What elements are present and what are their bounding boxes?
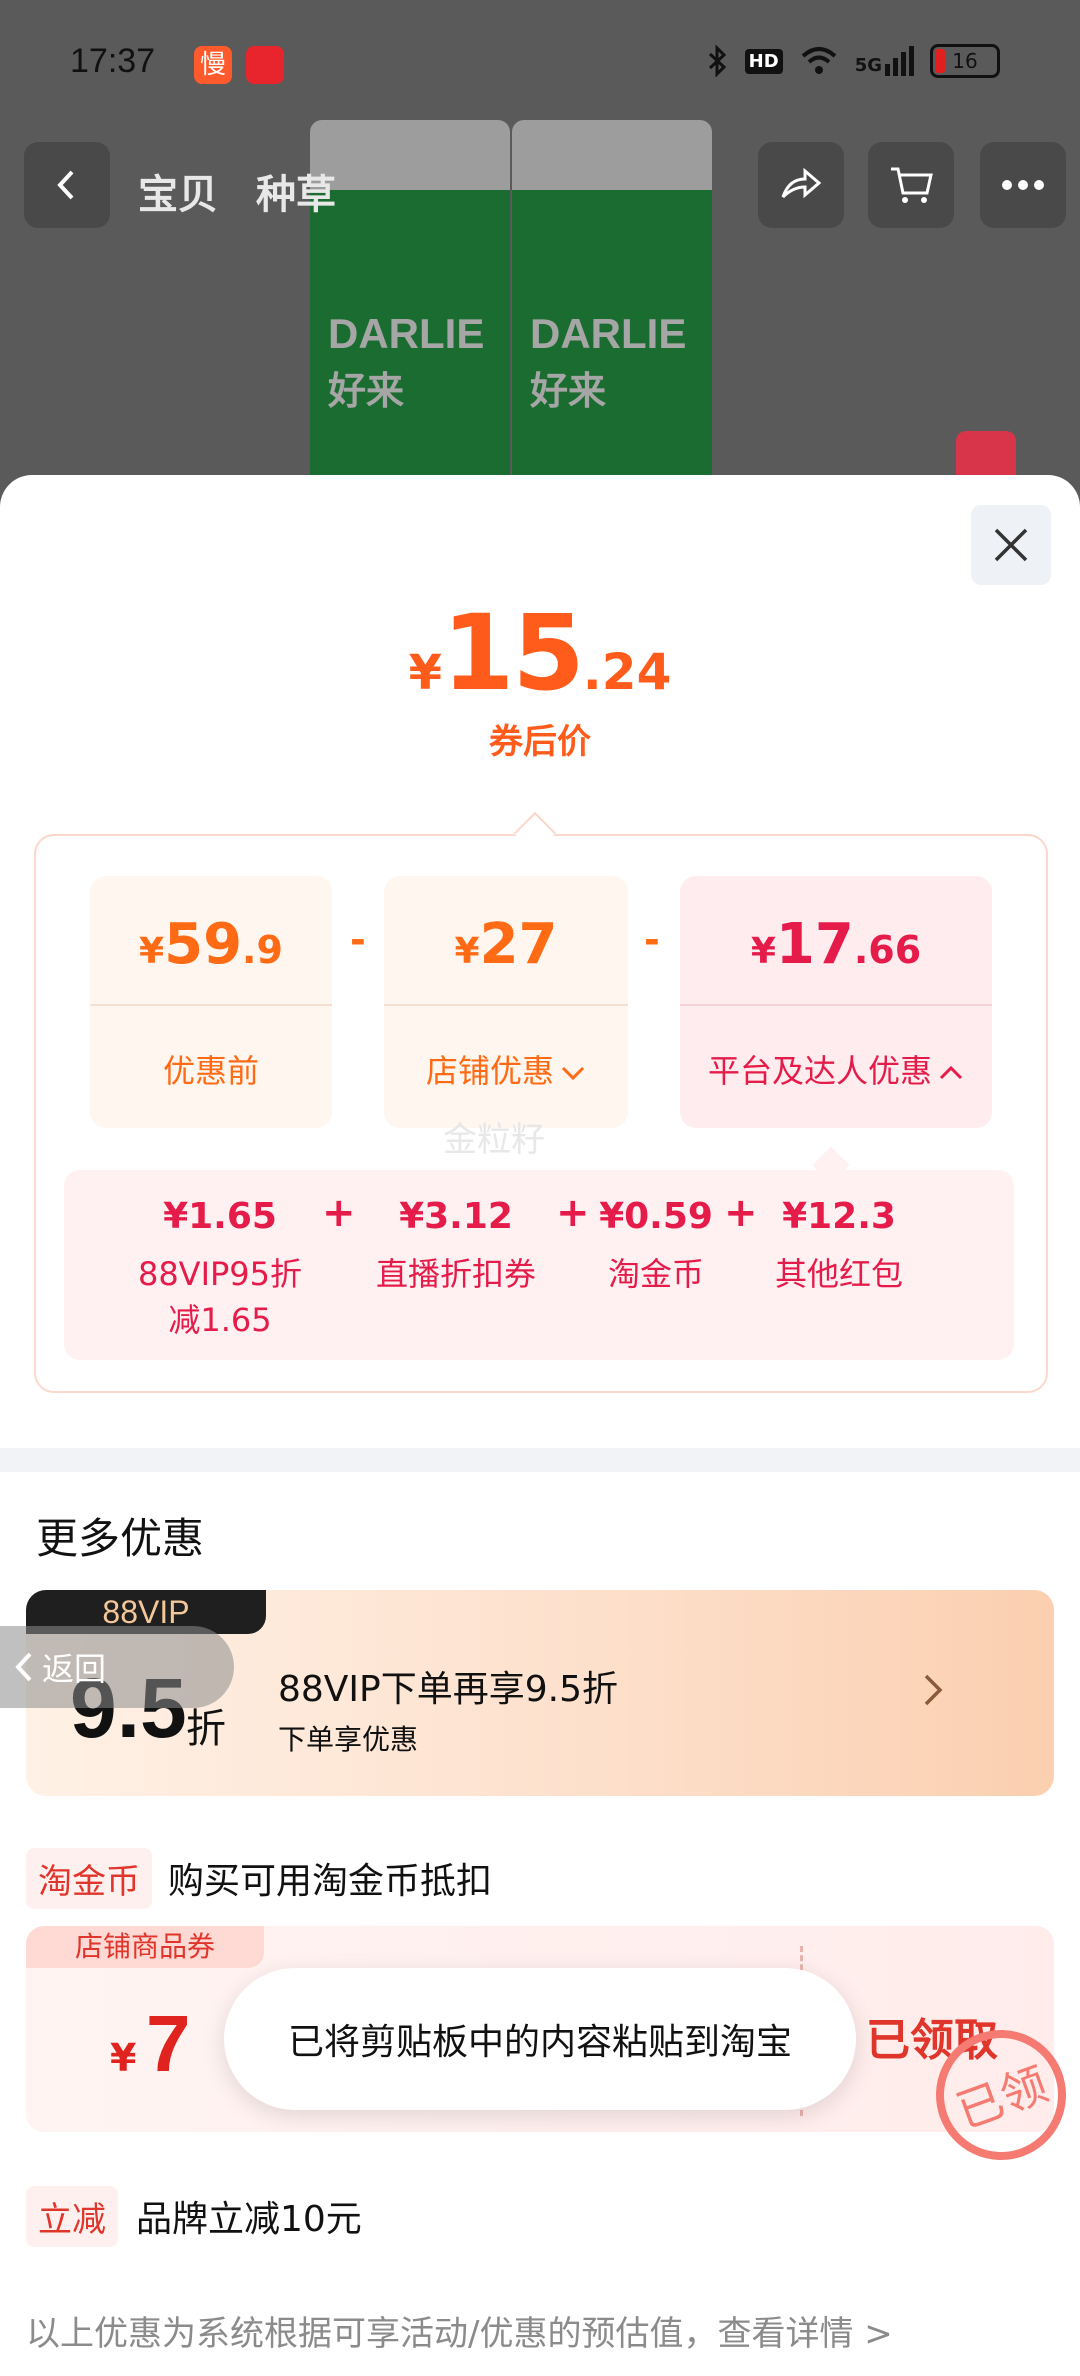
vip-offer-title: 88VIP下单再享9.5折	[278, 1669, 619, 1710]
plus-sign-2: +	[556, 1190, 590, 1236]
original-price-label: 优惠前	[162, 1052, 259, 1090]
status-time: 17:37	[70, 42, 156, 80]
original-price-card: ¥59.9 优惠前	[90, 876, 332, 1128]
plus-sign-3: +	[724, 1190, 758, 1236]
price-integer: 15	[442, 592, 585, 714]
breakdown-item-coins: ¥0.59 淘金币	[599, 1196, 713, 1293]
back-button[interactable]	[24, 142, 110, 228]
breakdown-item-live-coupon: ¥3.12 直播折扣券	[375, 1196, 536, 1293]
chevron-left-icon	[15, 1652, 32, 1682]
price-currency: ¥	[408, 645, 443, 701]
price-decimal: .24	[582, 643, 672, 701]
overlay-dim	[0, 0, 1080, 520]
section-divider	[0, 1448, 1080, 1472]
store-coupon-value: 7	[146, 1999, 191, 2088]
watermark-text: 金粒籽	[443, 1120, 545, 1160]
store-discount-label: 店铺优惠	[384, 1046, 628, 1092]
bluetooth-icon	[708, 45, 726, 77]
chevron-down-icon	[561, 1066, 585, 1081]
tab-grass[interactable]: 种草	[256, 162, 336, 220]
vip-offer-subtitle: 下单享优惠	[278, 1723, 419, 1756]
status-icons: HD 5G 16	[707, 44, 1000, 78]
notification-app-icon-2	[246, 46, 284, 84]
more-offers-title: 更多优惠	[36, 1514, 205, 1563]
platform-discount-value: 17	[775, 912, 854, 977]
final-price-label: 券后价	[489, 722, 591, 762]
coin-tag: 淘金币	[26, 1848, 152, 1909]
chevron-up-icon	[939, 1065, 963, 1080]
platform-discount-card[interactable]: ¥17.66 平台及达人优惠	[680, 876, 992, 1128]
view-details-link[interactable]: 以上优惠为系统根据可享活动/优惠的预估值，查看详情 >	[26, 2306, 893, 2355]
instant-cut-tag: 立减	[26, 2186, 118, 2247]
final-price: ¥15.24	[0, 592, 1080, 714]
plus-sign: +	[322, 1190, 356, 1236]
breakdown-item-red-packet: ¥12.3 其他红包	[774, 1196, 903, 1293]
battery-level: 16	[952, 49, 978, 73]
more-dots-icon	[1002, 180, 1044, 190]
hd-icon: HD	[744, 48, 783, 74]
more-button[interactable]	[980, 142, 1066, 228]
close-button[interactable]	[971, 505, 1051, 585]
clipboard-toast: 已将剪贴板中的内容粘贴到淘宝	[224, 1968, 856, 2110]
tab-item[interactable]: 宝贝	[138, 162, 218, 220]
share-button[interactable]	[758, 142, 844, 228]
notification-app-icon: 慢	[194, 46, 232, 84]
store-discount-card[interactable]: ¥27 店铺优惠	[384, 876, 628, 1128]
chevron-right-icon	[920, 1670, 948, 1721]
store-discount-value: 27	[479, 912, 558, 977]
chevron-left-icon	[57, 170, 74, 200]
floating-back-label: 返回	[42, 1650, 107, 1688]
5g-signal-icon: 5G	[855, 46, 914, 76]
instant-cut-text: 品牌立减10元	[136, 2199, 362, 2240]
platform-discount-label: 平台及达人优惠	[680, 1046, 992, 1092]
close-icon	[994, 528, 1028, 562]
minus-sign-2: -	[644, 918, 660, 962]
original-price-value: 59	[164, 912, 243, 977]
store-coupon-tag: 店铺商品券	[26, 1926, 264, 1968]
breakdown-item-88vip: ¥1.65 88VIP95折 减1.65	[137, 1196, 303, 1339]
minus-sign: -	[350, 918, 366, 962]
store-coupon-currency: ¥	[110, 2036, 137, 2080]
battery-icon: 16	[930, 44, 1000, 78]
cart-button[interactable]	[868, 142, 954, 228]
wifi-icon	[801, 47, 837, 74]
cart-icon	[891, 167, 933, 203]
coin-offer-text: 购买可用淘金币抵扣	[168, 1861, 493, 1902]
floating-back-button[interactable]: 返回	[0, 1626, 234, 1708]
share-icon	[781, 167, 822, 199]
